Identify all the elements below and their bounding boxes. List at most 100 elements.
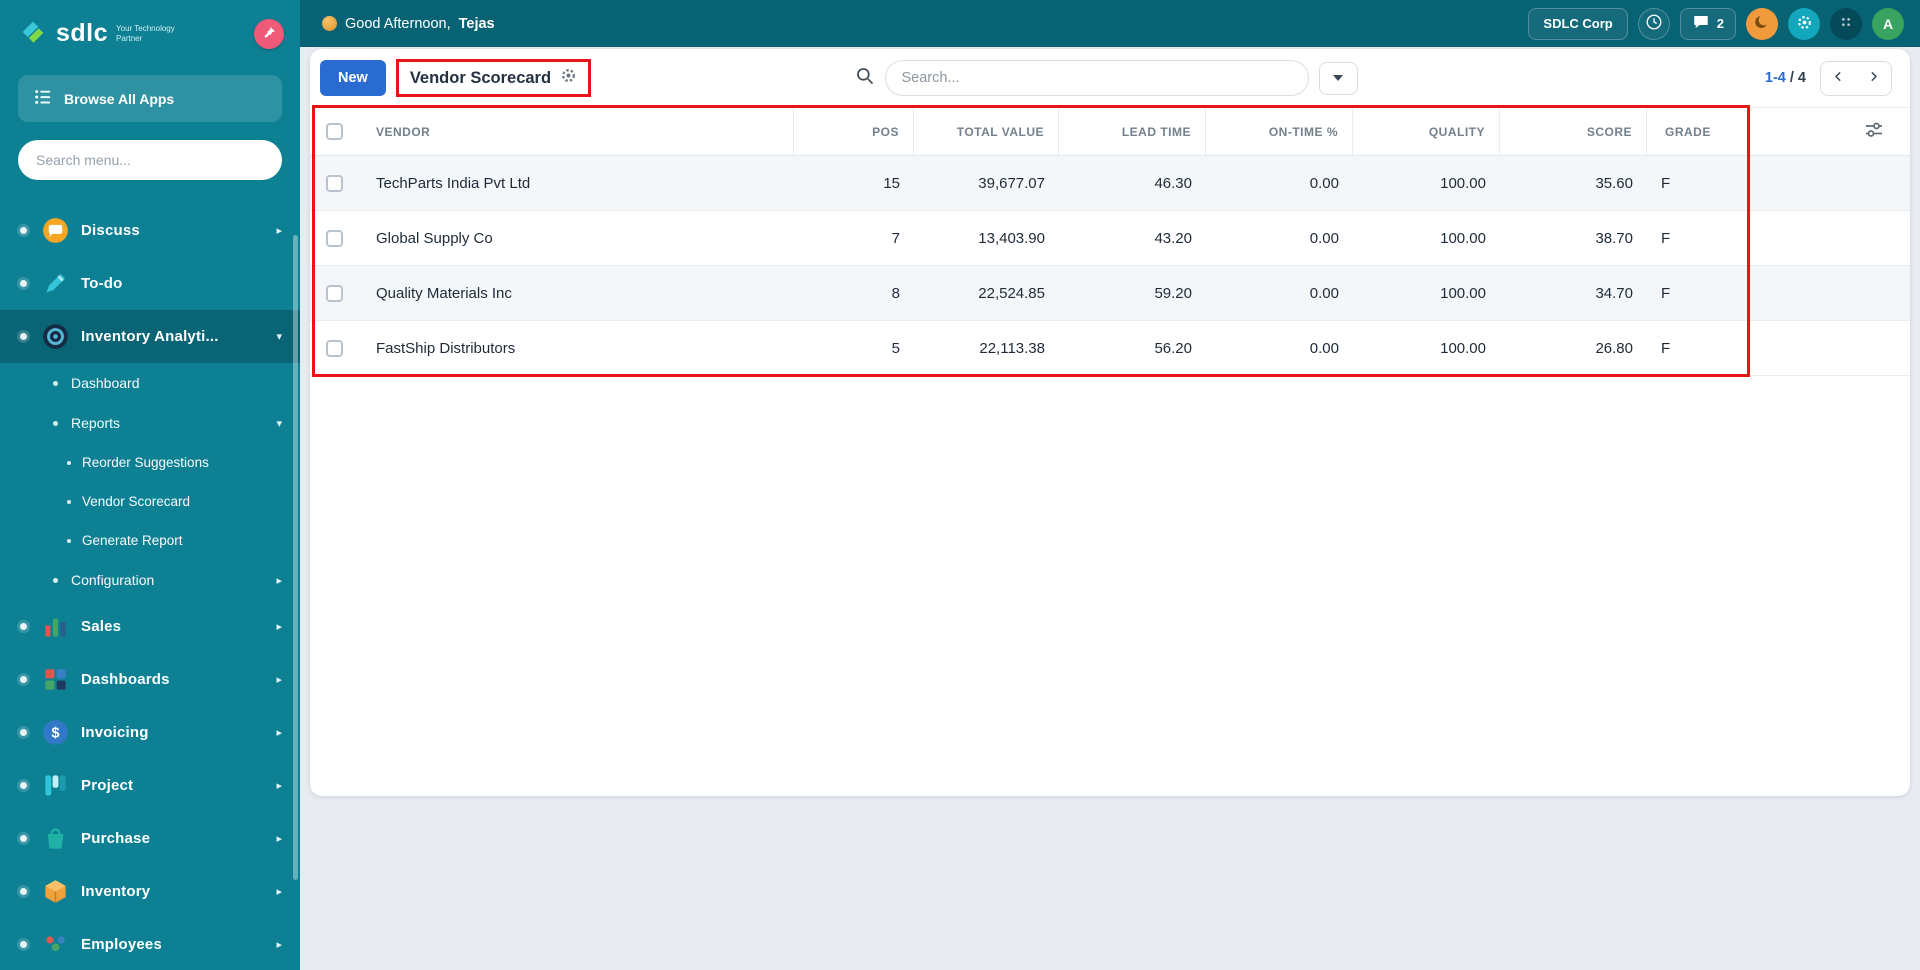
company-switcher-button[interactable]: SDLC Corp: [1528, 7, 1628, 40]
sidebar-subitem-label: Vendor Scorecard: [82, 494, 191, 509]
chevron-right-icon: ▸: [276, 939, 282, 951]
column-header-score[interactable]: SCORE: [1500, 108, 1647, 155]
bullet-dot: [20, 333, 27, 340]
column-header-grade[interactable]: GRADE: [1647, 108, 1742, 155]
sidebar-subitem-reorder-suggestions[interactable]: Reorder Suggestions: [0, 443, 300, 482]
row-checkbox[interactable]: [325, 339, 343, 357]
column-header-pos[interactable]: POS: [794, 108, 914, 155]
dashboards-icon: [42, 666, 69, 693]
table-row[interactable]: Global Supply Co 7 13,403.90 43.20 0.00 …: [310, 211, 1910, 266]
lead-time-cell: 59.20: [1154, 284, 1192, 302]
row-checkbox[interactable]: [325, 229, 343, 247]
app-root: sdlc Your Technology Partner Browse All …: [0, 0, 1920, 970]
select-all-checkbox[interactable]: [325, 123, 343, 140]
column-header-quality[interactable]: QUALITY: [1353, 108, 1500, 155]
sidebar-item-invoicing[interactable]: $ Invoicing ▸: [0, 706, 300, 759]
row-checkbox[interactable]: [325, 174, 343, 192]
logo-tagline: Your Technology Partner: [116, 23, 175, 43]
svg-text:$: $: [51, 726, 59, 742]
quality-cell: 100.00: [1440, 284, 1486, 302]
dark-mode-toggle[interactable]: [1746, 7, 1778, 40]
sidebar-item-inventory-analytics[interactable]: Inventory Analyti... ▾: [0, 310, 300, 363]
sidebar-subitem-configuration[interactable]: Configuration ▸: [0, 560, 300, 600]
chevron-down-icon: ▾: [276, 331, 282, 343]
pin-button[interactable]: [254, 18, 284, 49]
sidebar-subitem-dashboard[interactable]: Dashboard: [0, 363, 300, 403]
quality-cell: 100.00: [1440, 174, 1486, 192]
control-left: New Vendor Scorecard: [320, 59, 855, 97]
activities-button[interactable]: [1637, 7, 1670, 40]
user-name: Tejas: [458, 15, 495, 32]
wave-emoji-icon: [322, 16, 337, 31]
topbar-actions: SDLC Corp 2 A: [1528, 7, 1904, 40]
column-header-on-time[interactable]: ON-TIME %: [1206, 108, 1353, 155]
bullet-dot: [67, 538, 71, 543]
chevron-right-icon: ▸: [276, 621, 282, 633]
sidebar-item-label: To-do: [81, 275, 123, 292]
chevron-down-icon: ▾: [276, 417, 282, 430]
bullet-dot: [53, 380, 58, 386]
search-filters-toggle[interactable]: [1318, 61, 1358, 95]
sidebar-item-purchase[interactable]: Purchase ▸: [0, 812, 300, 865]
sidebar-item-inventory[interactable]: Inventory ▸: [0, 865, 300, 918]
chevron-right-icon: ▸: [276, 727, 282, 739]
chevron-right-icon: ▸: [276, 833, 282, 845]
sidebar-item-label: Inventory Analyti...: [81, 328, 219, 345]
sidebar-item-label: Sales: [81, 618, 122, 635]
bullet-dot: [53, 577, 58, 583]
column-header-lead-time[interactable]: LEAD TIME: [1059, 108, 1206, 155]
grade-cell: F: [1661, 174, 1671, 192]
sidebar-subitem-label: Configuration: [71, 572, 155, 588]
bullet-dot: [20, 835, 27, 842]
total-value-cell: 13,403.90: [978, 229, 1045, 247]
sidebar-item-sales[interactable]: Sales ▸: [0, 600, 300, 653]
pager-next-button[interactable]: [1856, 62, 1891, 95]
sidebar-subitem-label: Reorder Suggestions: [82, 455, 209, 470]
todo-icon: [42, 270, 69, 297]
filter-sliders-icon[interactable]: [1864, 120, 1884, 143]
table-row[interactable]: FastShip Distributors 5 22,113.38 56.20 …: [310, 321, 1910, 376]
bullet-dot: [53, 420, 58, 426]
sidebar-item-todo[interactable]: To-do: [0, 257, 300, 310]
column-header-vendor[interactable]: VENDOR: [358, 108, 794, 155]
menu-search-input[interactable]: [18, 140, 282, 180]
new-button[interactable]: New: [320, 60, 386, 96]
header-checkbox-cell: [310, 108, 358, 155]
sidebar-item-employees[interactable]: Employees ▸: [0, 918, 300, 970]
row-checkbox-cell: [310, 284, 358, 302]
pin-icon: [263, 26, 276, 42]
invoicing-icon: $: [42, 719, 69, 746]
sidebar-item-discuss[interactable]: Discuss ▸: [0, 204, 300, 257]
sidebar-subitem-reports[interactable]: Reports ▾: [0, 403, 300, 443]
bullet-dot: [20, 729, 27, 736]
quality-cell: 100.00: [1440, 339, 1486, 357]
sidebar-subitem-vendor-scorecard[interactable]: Vendor Scorecard: [0, 482, 300, 521]
sidebar-scrollbar[interactable]: [293, 235, 298, 880]
on-time-cell: 0.00: [1309, 339, 1339, 357]
sidebar-subitem-generate-report[interactable]: Generate Report: [0, 521, 300, 560]
row-checkbox[interactable]: [325, 284, 343, 302]
chat-icon: [1692, 13, 1710, 34]
chevron-right-icon: ▸: [276, 780, 282, 792]
user-avatar[interactable]: A: [1872, 7, 1904, 40]
table-row[interactable]: TechParts India Pvt Ltd 15 39,677.07 46.…: [310, 156, 1910, 211]
cog-icon[interactable]: [560, 67, 577, 89]
browse-all-apps-label: Browse All Apps: [64, 90, 175, 107]
pager: 1-4 / 4: [1358, 60, 1892, 96]
sidebar-item-dashboards[interactable]: Dashboards ▸: [0, 653, 300, 706]
browse-all-apps-button[interactable]: Browse All Apps: [18, 75, 282, 122]
settings-button[interactable]: [1788, 7, 1820, 40]
apps-launcher-button[interactable]: [1830, 7, 1862, 40]
sidebar-item-project[interactable]: Project ▸: [0, 759, 300, 812]
score-cell: 35.60: [1595, 174, 1633, 192]
pager-previous-button[interactable]: [1821, 62, 1856, 95]
column-header-total-value[interactable]: TOTAL VALUE: [914, 108, 1059, 155]
pos-cell: 8: [891, 284, 900, 302]
table-row[interactable]: Quality Materials Inc 8 22,524.85 59.20 …: [310, 266, 1910, 321]
search-input[interactable]: [884, 60, 1309, 96]
messages-button[interactable]: 2: [1679, 7, 1736, 40]
sidebar: sdlc Your Technology Partner Browse All …: [0, 0, 300, 970]
main-area: Good Afternoon, Tejas SDLC Corp 2 A New …: [300, 0, 1920, 970]
grade-cell: F: [1661, 229, 1671, 247]
chevron-right-icon: ▸: [276, 225, 282, 237]
